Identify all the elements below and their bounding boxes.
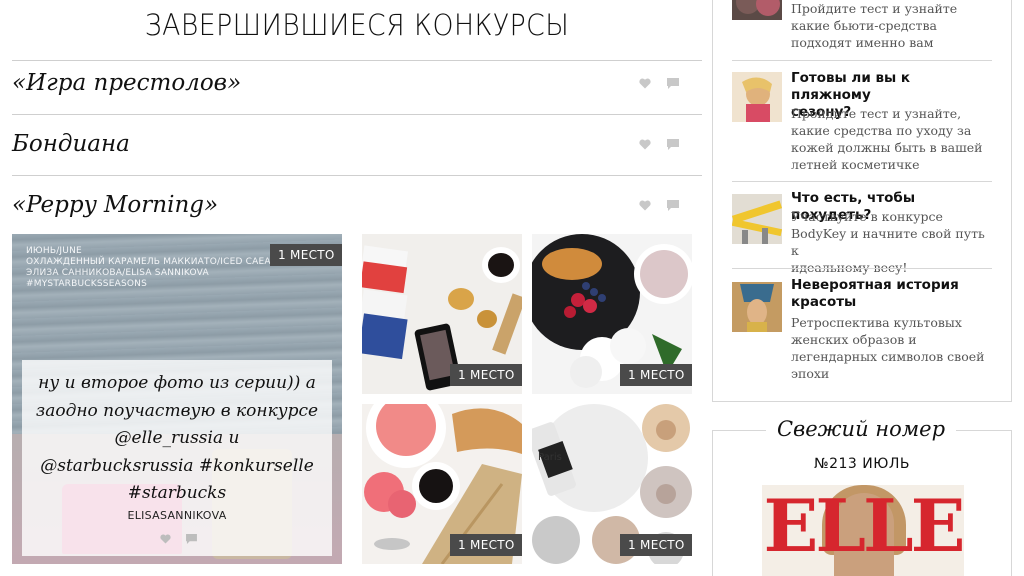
contest-title-peppy-morning[interactable]: «Peppy Morning» bbox=[12, 192, 218, 218]
winner-photo[interactable]: 1 МЕСТО bbox=[532, 234, 692, 394]
magazine-cover[interactable]: ELLE bbox=[762, 485, 964, 576]
caption-text: ну и второе фото из серии)) а заодно поу… bbox=[22, 370, 332, 508]
article-description-line: кожей должны быть в вашей bbox=[791, 140, 983, 155]
comment-icon[interactable] bbox=[186, 534, 197, 544]
sidebar-article: Пройдите тест и узнайте какие бьюти-сред… bbox=[732, 0, 994, 60]
divider bbox=[732, 181, 992, 182]
article-thumbnail[interactable] bbox=[732, 282, 782, 332]
contest-actions bbox=[639, 77, 683, 91]
place-badge: 1 МЕСТО bbox=[450, 364, 522, 386]
caption-line: #starbucks bbox=[127, 483, 227, 503]
place-badge: 1 МЕСТО bbox=[450, 534, 522, 556]
article-description: Пройдите тест и узнайте какие бьюти-сред… bbox=[791, 0, 957, 51]
article-description-line: BodyKey и начните свой путь к bbox=[791, 226, 985, 258]
comment-icon[interactable] bbox=[667, 78, 679, 89]
article-thumbnail[interactable] bbox=[732, 194, 782, 244]
caption-line: заодно поучаствую в конкурсе bbox=[35, 400, 319, 421]
sidebar-article: Невероятная история красоты Ретроспектив… bbox=[732, 277, 994, 382]
comment-icon[interactable] bbox=[667, 200, 679, 211]
heart-icon[interactable] bbox=[639, 200, 651, 211]
photo-meta-line: #MYSTARBUCKSSEASONS bbox=[26, 279, 147, 289]
divider bbox=[12, 175, 702, 176]
article-title[interactable]: Невероятная история красоты bbox=[791, 277, 959, 311]
heart-icon[interactable] bbox=[160, 534, 171, 544]
place-badge: 1 МЕСТО bbox=[620, 534, 692, 556]
article-description-line: подходят именно вам bbox=[791, 35, 934, 50]
contest-actions bbox=[639, 138, 683, 152]
thumbnail-image bbox=[732, 194, 782, 244]
article-description-line: женских образов и bbox=[791, 332, 917, 347]
article-description: Пройдите тест и узнайте, какие средства … bbox=[791, 105, 982, 173]
contest-title-game-of-thrones[interactable]: «Игра престолов» bbox=[12, 70, 241, 96]
winner-photo[interactable]: 1 МЕСТО bbox=[362, 404, 522, 564]
divider bbox=[12, 114, 702, 115]
caption-actions bbox=[160, 534, 200, 546]
caption-line: ну и второе фото из серии)) а bbox=[38, 373, 316, 393]
heart-icon[interactable] bbox=[639, 78, 651, 89]
article-description: Участвуйте в конкурсе BodyKey и начните … bbox=[791, 208, 994, 276]
winner-photo[interactable]: Paris 1 МЕСТО bbox=[532, 404, 692, 564]
article-title-line: красоты bbox=[791, 294, 857, 310]
magazine-logo: ELLE bbox=[763, 485, 964, 568]
article-title-line: Готовы ли вы к пляжному bbox=[791, 70, 911, 103]
sidebar-article: Готовы ли вы к пляжному сезону? Пройдите… bbox=[732, 70, 994, 182]
article-description-line: Участвуйте в конкурсе bbox=[791, 209, 943, 224]
photo-caption: ну и второе фото из серии)) а заодно поу… bbox=[22, 360, 332, 556]
thumbnail-image bbox=[732, 72, 782, 122]
divider bbox=[732, 268, 992, 269]
article-description-line: эпохи bbox=[791, 366, 830, 381]
thumbnail-image bbox=[732, 282, 782, 332]
photo-meta: ИЮНЬ/JUNE ОХЛАЖДЕННЫЙ КАРАМЕЛЬ МАККИАТО/… bbox=[26, 246, 290, 290]
photo-meta-line: ЭЛИЗА САННИКОВА/ELISA SANNIKOVA bbox=[26, 268, 209, 278]
winner-photo[interactable]: 1 МЕСТО bbox=[362, 234, 522, 394]
article-thumbnail[interactable] bbox=[732, 0, 782, 20]
fresh-issue-title: Свежий номер bbox=[766, 417, 956, 441]
contest-actions bbox=[639, 199, 683, 213]
heart-icon[interactable] bbox=[639, 139, 651, 150]
article-description-line: Пройдите тест и узнайте, bbox=[791, 106, 962, 121]
photo-meta-line: ОХЛАЖДЕННЫЙ КАРАМЕЛЬ МАККИАТО/ICED CAEAM… bbox=[26, 257, 290, 267]
caption-line: @starbucksrussia #konkurselle bbox=[40, 455, 314, 476]
thumbnail-image bbox=[736, 0, 780, 16]
article-description-line: летней косметичке bbox=[791, 157, 920, 172]
article-thumbnail[interactable] bbox=[732, 72, 782, 122]
caption-line: @elle_russia и bbox=[114, 428, 240, 448]
winner-photo-large[interactable]: ИЮНЬ/JUNE ОХЛАЖДЕННЫЙ КАРАМЕЛЬ МАККИАТО/… bbox=[12, 234, 342, 564]
article-description-line: легендарных символов своей bbox=[791, 349, 985, 364]
article-description-line: Пройдите тест и узнайте bbox=[791, 1, 958, 16]
photo-meta-line: ИЮНЬ/JUNE bbox=[26, 246, 82, 256]
sidebar-article: Что есть, чтобы похудеть? Участвуйте в к… bbox=[732, 190, 994, 275]
article-title-line: Невероятная история bbox=[791, 277, 959, 293]
place-badge: 1 МЕСТО bbox=[620, 364, 692, 386]
caption-author[interactable]: ELISASANNIKOVA bbox=[22, 509, 332, 522]
comment-icon[interactable] bbox=[667, 139, 679, 150]
article-description-line: какие бьюти-средства bbox=[791, 18, 937, 33]
cup-label: Paris bbox=[538, 452, 562, 463]
contest-title-bondiana[interactable]: Бондиана bbox=[12, 131, 130, 157]
place-badge: 1 МЕСТО bbox=[270, 244, 342, 266]
issue-number[interactable]: №213 ИЮЛЬ bbox=[712, 456, 1012, 472]
divider bbox=[732, 60, 992, 61]
divider bbox=[12, 60, 702, 61]
section-title: ЗАВЕРШИВШИЕСЯ КОНКУРСЫ bbox=[144, 8, 570, 42]
article-description-line: какие средства по уходу за bbox=[791, 123, 972, 138]
article-description: Ретроспектива культовых женских образов … bbox=[791, 314, 984, 382]
article-description-line: Ретроспектива культовых bbox=[791, 315, 962, 330]
